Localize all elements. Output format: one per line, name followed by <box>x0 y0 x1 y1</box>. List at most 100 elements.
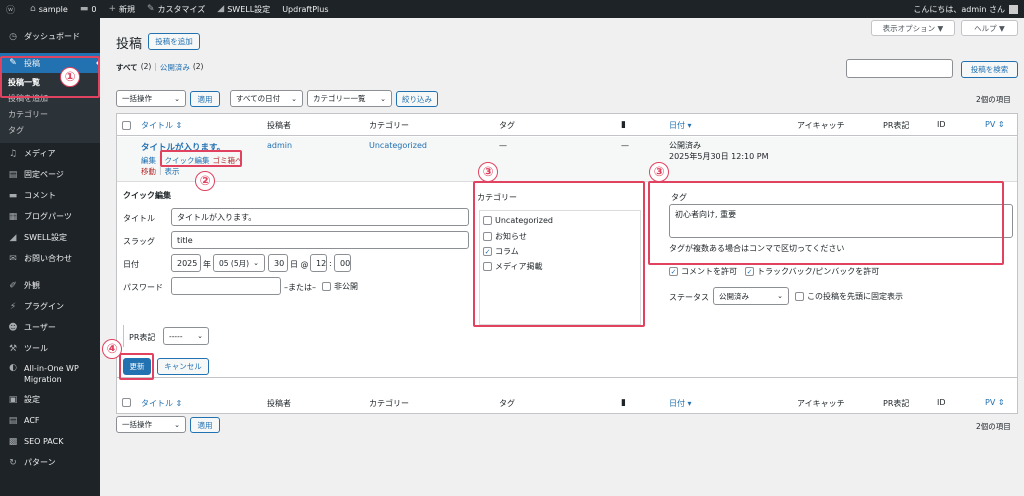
menu-blog-parts[interactable]: ▦ ブログパーツ <box>0 206 100 227</box>
add-new-post-button[interactable]: 投稿を追加 <box>148 33 200 50</box>
hour-input[interactable]: 12 <box>310 254 327 272</box>
menu-label: 設定 <box>24 395 40 404</box>
plus-icon: + <box>108 4 116 14</box>
search-posts-button[interactable]: 投稿を検索 <box>961 61 1018 78</box>
comments-link[interactable]: ▬ 0 <box>74 0 103 18</box>
col-date-footer[interactable]: 日付 ▾ <box>669 398 692 409</box>
new-content-link[interactable]: + 新規 <box>102 0 141 18</box>
filter-all[interactable]: すべて <box>116 62 138 73</box>
sticky-checkbox[interactable]: この投稿を先頭に固定表示 <box>795 291 903 302</box>
menu-swell-settings[interactable]: ◢ SWELL設定 <box>0 227 100 248</box>
col-title[interactable]: タイトル ⇕ <box>141 120 182 131</box>
search-input[interactable] <box>846 59 953 78</box>
author-link[interactable]: admin <box>267 141 292 150</box>
password-input[interactable] <box>171 277 281 295</box>
col-pv[interactable]: PV ⇕ <box>985 120 1005 129</box>
screen-options-button[interactable]: 表示オプション ▼ <box>871 20 955 36</box>
menu-label: ツール <box>24 344 48 353</box>
submenu-categories[interactable]: カテゴリー <box>0 107 100 123</box>
menu-label: 固定ページ <box>24 170 64 179</box>
select-all-checkbox-footer[interactable] <box>122 398 131 407</box>
menu-contact[interactable]: ✉ お問い合わせ <box>0 248 100 269</box>
select-all-checkbox[interactable] <box>122 121 131 130</box>
account-menu[interactable]: こんにちは、admin さん <box>913 4 1024 15</box>
category-filter-select[interactable]: カテゴリー一覧 ⌄ <box>307 90 392 107</box>
menu-all-in-one-migration[interactable]: ◐ All-in-One WP Migration <box>0 359 100 389</box>
menu-label: ACF <box>24 416 40 425</box>
pr-value: ----- <box>169 331 183 341</box>
sticky-label: この投稿を先頭に固定表示 <box>807 292 903 301</box>
private-label: 非公開 <box>334 282 358 291</box>
menu-users[interactable]: ☻ ユーザー <box>0 317 100 338</box>
status-select[interactable]: 公開済み ⌄ <box>713 287 789 305</box>
category-link[interactable]: Uncategorized <box>369 141 427 150</box>
col-pr: PR表記 <box>883 121 910 130</box>
plugin-icon: ⚡ <box>9 301 17 312</box>
filter-published[interactable]: 公開済み <box>160 62 190 73</box>
status-filter-links: すべて (2) | 公開済み (2) <box>116 62 203 73</box>
menu-plugins[interactable]: ⚡ プラグイン <box>0 296 100 317</box>
menu-acf[interactable]: ▤ ACF <box>0 410 100 431</box>
menu-media[interactable]: ♫ メディア <box>0 143 100 164</box>
allow-comments-checkbox[interactable]: ✓ コメントを許可 <box>669 266 737 277</box>
new-label: 新規 <box>118 4 135 14</box>
menu-seo-pack[interactable]: ▩ SEO PACK <box>0 431 100 452</box>
acf-icon: ▤ <box>8 415 18 426</box>
bulk-actions-select[interactable]: 一括操作 ⌄ <box>116 90 186 107</box>
site-name-link[interactable]: ⌂ sample <box>24 0 74 18</box>
slug-label: スラッグ <box>123 237 155 246</box>
year-input[interactable]: 2025 <box>171 254 201 272</box>
menu-patterns[interactable]: ↻ パターン <box>0 452 100 473</box>
updraftplus-link[interactable]: UpdraftPlus <box>276 0 334 18</box>
swell-settings-link[interactable]: ◢ SWELL設定 <box>211 0 276 18</box>
cancel-button[interactable]: キャンセル <box>157 358 209 375</box>
edit-link[interactable]: 編集 <box>141 155 156 166</box>
menu-appearance[interactable]: ✐ 外観 <box>0 275 100 296</box>
menu-settings[interactable]: ▣ 設定 <box>0 389 100 410</box>
bulk-actions-select-bottom[interactable]: 一括操作 ⌄ <box>116 416 186 433</box>
apply-button-bottom[interactable]: 適用 <box>190 417 220 433</box>
pattern-icon: ↻ <box>9 457 17 468</box>
quick-edit-heading: クイック編集 <box>123 191 171 200</box>
menu-label: ダッシュボード <box>24 32 80 41</box>
menu-comments[interactable]: ▬ コメント <box>0 185 100 206</box>
post-date: 2025年5月30日 12:10 PM <box>669 152 769 161</box>
private-checkbox[interactable]: 非公開 <box>322 281 358 292</box>
col-eyecatch: アイキャッチ <box>797 121 845 130</box>
comments-value: — <box>621 141 629 150</box>
title-input[interactable]: タイトルが入ります。 <box>171 208 469 226</box>
menu-tools[interactable]: ⚒ ツール <box>0 338 100 359</box>
day-input[interactable]: 30 <box>268 254 288 272</box>
view-link[interactable]: 表示 <box>165 166 180 177</box>
col-title-footer[interactable]: タイトル ⇕ <box>141 398 182 409</box>
menu-label: 外観 <box>24 281 40 290</box>
pr-divider <box>123 325 124 347</box>
pr-select[interactable]: ----- ⌄ <box>163 327 209 345</box>
wordpress-icon: ⓦ <box>6 5 16 16</box>
chevron-down-icon: ⌄ <box>253 259 259 267</box>
menu-label: ユーザー <box>24 323 56 332</box>
submenu-tags[interactable]: タグ <box>0 123 100 139</box>
wordpress-logo[interactable]: ⓦ <box>0 0 24 18</box>
swell-icon: ◢ <box>9 232 17 243</box>
move-link[interactable]: 移動 <box>141 166 156 177</box>
menu-dashboard[interactable]: ◷ ダッシュボード <box>0 26 100 47</box>
menu-pages[interactable]: ▤ 固定ページ <box>0 164 100 185</box>
minute-input[interactable]: 00 <box>334 254 351 272</box>
day-suffix: 日 @ <box>290 260 309 269</box>
slug-input[interactable]: title <box>171 231 469 249</box>
date-filter-select[interactable]: すべての日付 ⌄ <box>230 90 303 107</box>
filter-button[interactable]: 絞り込み <box>396 91 438 107</box>
col-date[interactable]: 日付 ▾ <box>669 120 692 131</box>
help-button[interactable]: ヘルプ ▼ <box>961 20 1018 36</box>
year-suffix: 年 <box>203 260 211 269</box>
col-pv-footer[interactable]: PV ⇕ <box>985 398 1005 407</box>
apply-button[interactable]: 適用 <box>190 91 220 107</box>
allow-pings-checkbox[interactable]: ✓ トラックバック/ピンバックを許可 <box>745 266 879 277</box>
comment-icon: ▬ <box>8 190 18 201</box>
title-label: タイトル <box>123 214 155 223</box>
comment-bubble-icon[interactable]: ▮ <box>621 398 626 408</box>
customize-link[interactable]: ✎ カスタマイズ <box>141 0 211 18</box>
comment-bubble-icon[interactable]: ▮ <box>621 120 626 130</box>
month-select[interactable]: 05 (5月) ⌄ <box>213 254 265 272</box>
